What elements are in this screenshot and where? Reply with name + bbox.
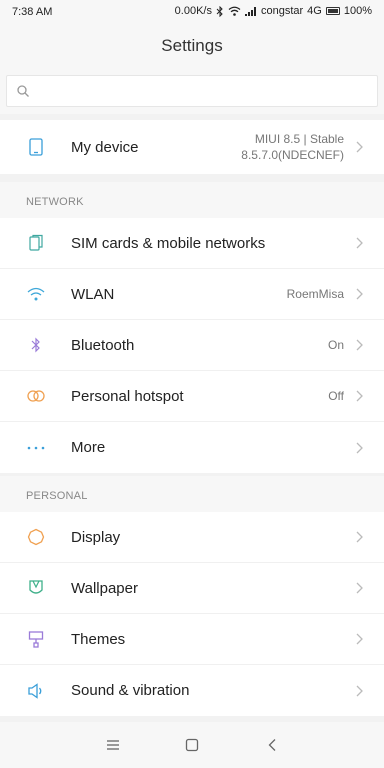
status-time: 7:38 AM bbox=[12, 6, 53, 18]
sound-icon bbox=[26, 681, 46, 701]
hotspot-label: Personal hotspot bbox=[71, 387, 184, 405]
hotspot-value: Off bbox=[328, 389, 344, 403]
sound-label: Sound & vibration bbox=[71, 682, 190, 699]
themes-icon bbox=[26, 629, 46, 649]
chevron-right-icon bbox=[356, 582, 363, 594]
row-more[interactable]: More bbox=[0, 422, 384, 473]
search-input[interactable] bbox=[37, 76, 367, 106]
battery-icon bbox=[325, 7, 340, 15]
sim-cards-label: SIM cards & mobile networks bbox=[71, 234, 266, 252]
chevron-right-icon bbox=[356, 390, 363, 402]
back-icon[interactable] bbox=[262, 736, 282, 754]
chevron-right-icon bbox=[356, 288, 363, 300]
chevron-right-icon bbox=[356, 442, 363, 453]
menu-icon[interactable] bbox=[103, 736, 123, 754]
row-wallpaper[interactable]: Wallpaper bbox=[0, 563, 384, 614]
battery-level: 100% bbox=[343, 5, 372, 17]
section-network-header: NETWORK bbox=[0, 182, 384, 218]
wallpaper-label: Wallpaper bbox=[71, 579, 138, 597]
build-number: 8.5.7.0(NDECNEF) bbox=[241, 148, 344, 162]
bluetooth-status-icon bbox=[216, 5, 223, 17]
more-icon bbox=[26, 438, 46, 458]
phone-icon bbox=[26, 137, 46, 157]
carrier-name: congstar bbox=[260, 5, 304, 17]
header: Settings bbox=[0, 26, 384, 66]
navigation-bar bbox=[0, 722, 384, 768]
row-display[interactable]: Display bbox=[0, 512, 384, 563]
sim-icon bbox=[26, 233, 46, 253]
hotspot-icon bbox=[26, 386, 46, 406]
wlan-label: WLAN bbox=[71, 285, 115, 303]
signal-icon bbox=[244, 6, 256, 16]
network-speed: 0.00K/s bbox=[174, 5, 212, 17]
search-box[interactable] bbox=[6, 75, 378, 107]
display-label: Display bbox=[71, 528, 121, 546]
chevron-right-icon bbox=[356, 633, 363, 645]
network-type: 4G bbox=[307, 5, 322, 17]
bluetooth-icon bbox=[26, 335, 46, 355]
status-right: 0.00K/s congstar 4G 100% bbox=[175, 5, 372, 17]
row-sim-cards[interactable]: SIM cards & mobile networks bbox=[0, 218, 384, 269]
search-icon bbox=[17, 85, 29, 97]
wifi-icon bbox=[26, 284, 46, 304]
my-device-card: My device MIUI 8.5 | Stable 8.5.7.0(NDEC… bbox=[0, 120, 384, 174]
themes-label: Themes bbox=[71, 630, 126, 648]
row-bluetooth[interactable]: Bluetooth On bbox=[0, 320, 384, 371]
my-device-label: My device bbox=[71, 138, 139, 156]
chevron-right-icon bbox=[356, 531, 363, 543]
home-icon[interactable] bbox=[182, 736, 202, 754]
personal-card: Display Wallpaper Themes Sound & vibrati… bbox=[0, 512, 384, 716]
bluetooth-label: Bluetooth bbox=[71, 336, 135, 354]
chevron-right-icon bbox=[356, 685, 363, 696]
wifi-status-icon bbox=[228, 6, 241, 16]
my-device-row[interactable]: My device MIUI 8.5 | Stable 8.5.7.0(NDEC… bbox=[0, 120, 384, 174]
wallpaper-icon bbox=[26, 578, 46, 598]
miui-version: MIUI 8.5 | Stable bbox=[254, 132, 344, 146]
status-bar: 7:38 AM 0.00K/s congstar 4G 100% bbox=[0, 0, 384, 26]
chevron-right-icon bbox=[356, 141, 363, 153]
more-label: More bbox=[71, 439, 106, 456]
row-sound-vibration[interactable]: Sound & vibration bbox=[0, 665, 384, 716]
page-title: Settings bbox=[161, 36, 223, 55]
my-device-version: MIUI 8.5 | Stable 8.5.7.0(NDECNEF) bbox=[241, 131, 344, 163]
row-themes[interactable]: Themes bbox=[0, 614, 384, 665]
chevron-right-icon bbox=[356, 237, 363, 249]
section-personal-header: PERSONAL bbox=[0, 476, 384, 512]
chevron-right-icon bbox=[356, 339, 363, 351]
bluetooth-value: On bbox=[327, 338, 344, 352]
row-personal-hotspot[interactable]: Personal hotspot Off bbox=[0, 371, 384, 422]
row-wlan[interactable]: WLAN RoemMisa bbox=[0, 269, 384, 320]
search-area bbox=[0, 66, 384, 114]
network-card: SIM cards & mobile networks WLAN RoemMis… bbox=[0, 218, 384, 473]
display-icon bbox=[26, 527, 46, 547]
wlan-value: RoemMisa bbox=[286, 287, 344, 301]
